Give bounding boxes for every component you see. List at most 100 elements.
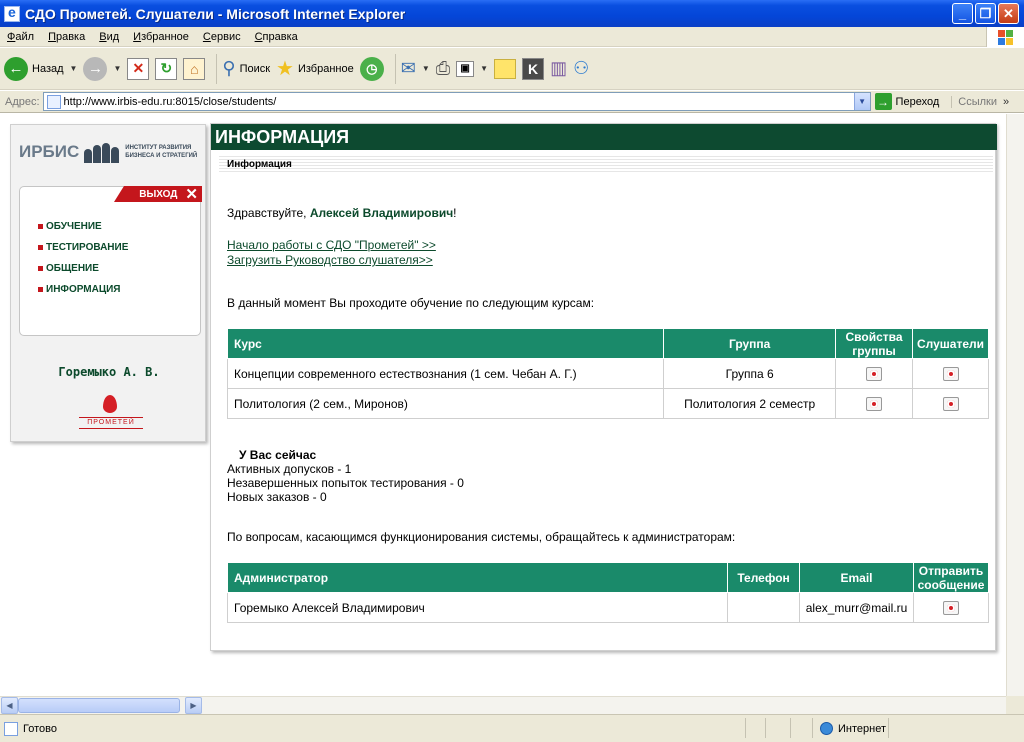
col-group: Группа	[663, 328, 837, 359]
table-row: Концепции современного естествознания (1…	[226, 358, 989, 389]
menu-edit[interactable]: Правка	[41, 31, 92, 43]
nav-item-testing[interactable]: ТЕСТИРОВАНИЕ	[38, 242, 128, 253]
maximize-button[interactable]: ❐	[975, 3, 996, 24]
group-properties-button[interactable]	[866, 366, 883, 381]
home-button[interactable]: ⌂	[183, 57, 206, 80]
history-icon: ◷	[359, 56, 384, 81]
start-guide-link[interactable]: Начало работы с СДО "Прометей" >>	[227, 238, 436, 252]
zone-indicator: Интернет	[820, 722, 886, 735]
address-input[interactable]: http://www.irbis-edu.ru:8015/close/stude…	[42, 92, 871, 111]
people-logo-icon	[84, 141, 120, 163]
search-button[interactable]: ⚲ Поиск	[222, 58, 270, 79]
download-manual-link[interactable]: Загрузить Руководство слушателя>>	[227, 253, 433, 267]
history-button[interactable]: ◷	[359, 56, 384, 81]
print-button[interactable]: ⎙	[436, 58, 450, 79]
group-name: Группа 6	[663, 358, 837, 389]
courses-intro: В данный момент Вы проходите обучение по…	[227, 296, 595, 310]
back-button[interactable]: ← Назад ▼	[4, 56, 78, 81]
search-icon: ⚲	[222, 58, 236, 78]
mail-dropdown-icon[interactable]: ▼	[422, 64, 430, 73]
back-arrow-icon: ←	[4, 56, 28, 81]
students-button[interactable]	[942, 366, 959, 381]
bullet-icon	[38, 287, 43, 292]
courses-table: Курс Группа Свойства группы Слушатели Ко…	[226, 328, 989, 419]
k-button[interactable]: K	[522, 57, 545, 80]
scroll-left-icon[interactable]: ◀	[1, 697, 18, 714]
favorites-button[interactable]: ★ Избранное	[276, 56, 354, 81]
page-icon	[46, 94, 61, 109]
students-button[interactable]	[942, 396, 959, 411]
address-label: Адрес:	[5, 95, 40, 108]
links-button[interactable]: Ссылки »	[951, 95, 1010, 108]
brand-name: ИРБИС	[19, 142, 80, 161]
address-url[interactable]: http://www.irbis-edu.ru:8015/close/stude…	[64, 96, 854, 108]
prometei-logo: ПРОМЕТЕЙ	[79, 395, 143, 435]
admins-table: Администратор Телефон Email Отправить со…	[226, 562, 989, 623]
back-dropdown-icon[interactable]: ▼	[70, 64, 78, 73]
send-message-cell	[913, 592, 989, 623]
links-label: Ссылки	[958, 95, 997, 108]
minimize-button[interactable]: _	[952, 3, 973, 24]
forward-dropdown-icon[interactable]: ▼	[113, 64, 121, 73]
note-icon	[494, 58, 517, 79]
main-panel: ИНФОРМАЦИЯ Информация Здравствуйте, Алек…	[210, 123, 997, 651]
nav-label: ТЕСТИРОВАНИЕ	[46, 242, 129, 253]
group-properties-cell	[835, 358, 913, 389]
edit-dropdown-icon[interactable]: ▼	[480, 64, 488, 73]
notes-button[interactable]	[494, 58, 517, 79]
menu-tools[interactable]: Сервис	[196, 31, 248, 43]
printer-icon: ⎙	[435, 58, 451, 78]
col-group-properties: Свойства группы	[835, 328, 913, 359]
send-message-button[interactable]	[943, 600, 959, 615]
globe-icon	[820, 722, 833, 735]
exit-button[interactable]: ВЫХОД ✕	[114, 186, 202, 202]
scroll-thumb[interactable]	[18, 698, 180, 713]
forward-arrow-icon: →	[83, 56, 108, 81]
horizontal-scrollbar[interactable]: ◀ ▶	[0, 696, 1006, 714]
edit-button[interactable]: ▣ ▼	[456, 60, 488, 77]
admin-name: Горемыко Алексей Владимирович	[226, 592, 729, 623]
scroll-corner	[1006, 696, 1024, 714]
scroll-right-icon[interactable]: ▶	[185, 697, 202, 714]
close-x-icon: ✕	[185, 186, 198, 203]
page-status-icon	[4, 722, 18, 736]
bullet-icon	[38, 245, 43, 250]
research-button[interactable]: ▥	[550, 58, 567, 79]
forward-button[interactable]: → ▼	[83, 56, 121, 81]
col-phone: Телефон	[727, 562, 801, 593]
group-properties-cell	[835, 388, 913, 419]
menu-favorites[interactable]: Избранное	[126, 31, 196, 43]
nav-item-communication[interactable]: ОБЩЕНИЕ	[38, 263, 99, 274]
nav-item-information[interactable]: ИНФОРМАЦИЯ	[38, 284, 121, 295]
messenger-button[interactable]: ⚇	[573, 58, 589, 79]
status-text: Готово	[4, 722, 57, 736]
now-active-admissions: Активных допусков - 1	[227, 462, 352, 476]
vertical-scrollbar[interactable]	[1006, 114, 1024, 696]
page-viewport: ИРБИС ИНСТИТУТ РАЗВИТИЯ БИЗНЕСА И СТРАТЕ…	[0, 114, 1006, 696]
table-row: Горемыко Алексей Владимирович alex_murr@…	[226, 592, 989, 623]
admin-phone	[727, 592, 801, 623]
admins-intro: По вопросам, касающимся функционирования…	[227, 530, 736, 544]
search-label: Поиск	[239, 62, 271, 75]
menu-view[interactable]: Вид	[92, 31, 126, 43]
nav-box: ВЫХОД ✕ ОБУЧЕНИЕ ТЕСТИРОВАНИЕ ОБЩЕНИЕ ИНФ…	[19, 186, 202, 336]
table-row: Политология (2 сем., Миронов) Политологи…	[226, 388, 989, 419]
table-header-row: Администратор Телефон Email Отправить со…	[226, 562, 989, 593]
mail-button[interactable]: ✉ ▼	[401, 58, 430, 79]
menu-file[interactable]: Файл	[0, 31, 41, 43]
close-button[interactable]: ✕	[998, 3, 1019, 24]
menu-help[interactable]: Справка	[248, 31, 305, 43]
nav-item-learning[interactable]: ОБУЧЕНИЕ	[38, 221, 102, 232]
page-title: ИНФОРМАЦИЯ	[211, 124, 997, 150]
go-label: Переход	[895, 95, 940, 108]
refresh-button[interactable]: ↻	[155, 57, 178, 80]
status-pane	[888, 718, 889, 738]
back-label: Назад	[32, 62, 64, 75]
go-button[interactable]: → Переход	[874, 93, 940, 110]
address-dropdown-icon[interactable]: ▼	[853, 93, 870, 110]
bullet-icon	[38, 224, 43, 229]
stop-button[interactable]: ✕	[127, 57, 150, 80]
group-properties-button[interactable]	[866, 396, 883, 411]
links-chevron-icon: »	[1002, 95, 1010, 108]
students-cell	[912, 388, 989, 419]
